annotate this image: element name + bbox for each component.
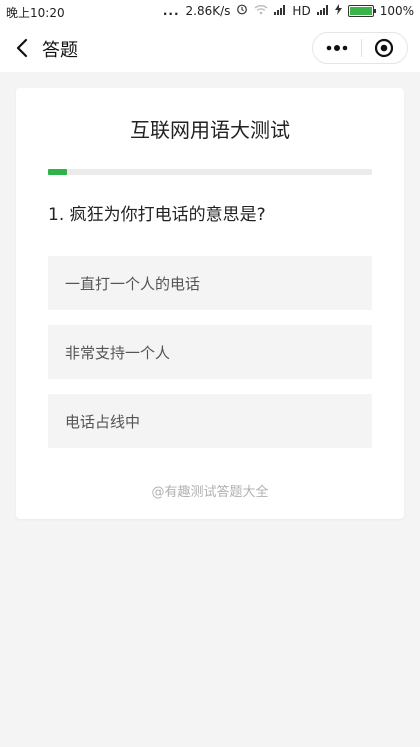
charging-bolt-icon <box>334 3 342 18</box>
net-speed: 2.86K/s <box>185 3 231 18</box>
wifi-icon <box>254 4 268 18</box>
answer-option-3[interactable]: 电话占线中 <box>48 394 372 448</box>
quiz-title: 互联网用语大测试 <box>130 118 290 142</box>
answer-option-2[interactable]: 非常支持一个人 <box>48 325 372 379</box>
more-dots-icon <box>326 45 347 51</box>
back-button[interactable] <box>8 32 36 64</box>
progress-bar <box>48 169 372 175</box>
close-button[interactable] <box>360 33 407 63</box>
signal-icon <box>274 4 286 18</box>
battery-icon <box>347 4 376 17</box>
status-time: 晚上10:20 <box>6 6 65 20</box>
question-text: 1. 疯狂为你打电话的意思是? <box>48 205 266 225</box>
answer-option-1[interactable]: 一直打一个人的电话 <box>48 256 372 310</box>
nav-bar: 答题 <box>0 24 420 72</box>
battery-percent: 100% <box>379 3 414 18</box>
signal-icon-2 <box>316 4 329 18</box>
status-bar: 晚上10:20 ... 2.86K/s HD 100% <box>0 0 420 24</box>
chevron-left-icon <box>16 38 28 58</box>
network-label: HD <box>292 3 311 18</box>
mini-program-capsule <box>312 32 408 64</box>
page-title: 答题 <box>42 40 78 61</box>
progress-fill <box>48 169 68 175</box>
status-right-group: ... 2.86K/s HD 100% <box>163 3 414 18</box>
footer-credit: @有趣测试答题大全 <box>151 485 269 500</box>
more-button[interactable] <box>313 33 360 63</box>
status-dots: ... <box>162 3 180 18</box>
quiz-card: 互联网用语大测试 1. 疯狂为你打电话的意思是? 一直打一个人的电话 非常支持一… <box>16 88 404 519</box>
alarm-icon <box>236 3 248 18</box>
target-circle-icon <box>374 38 393 58</box>
